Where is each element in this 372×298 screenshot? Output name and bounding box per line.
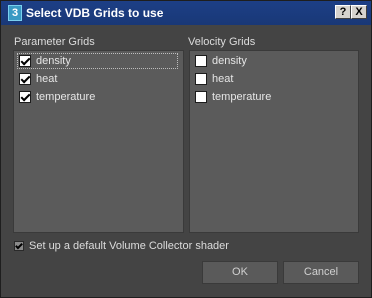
parameter-grids-label: Parameter Grids — [14, 36, 95, 48]
parameter-grid-item-temperature[interactable]: temperature — [17, 89, 178, 105]
parameter-grid-item-heat[interactable]: heat — [17, 71, 178, 87]
velocity-grid-heat-checkbox[interactable] — [195, 73, 207, 85]
parameter-grid-item-density[interactable]: density — [17, 53, 178, 69]
velocity-grid-item-temperature[interactable]: temperature — [193, 89, 353, 105]
velocity-grid-heat-label: heat — [212, 73, 234, 85]
select-vdb-grids-dialog: 3 Select VDB Grids to use ? X Parameter … — [0, 0, 372, 298]
parameter-grid-heat-checkbox[interactable] — [19, 73, 31, 85]
velocity-grid-temperature-checkbox[interactable] — [195, 91, 207, 103]
app-icon: 3 — [8, 5, 22, 21]
parameter-grids-list[interactable]: density heat temperature — [13, 50, 184, 233]
velocity-grids-list[interactable]: density heat temperature — [189, 50, 359, 233]
parameter-grid-density-label: density — [36, 55, 71, 67]
parameter-grid-temperature-label: temperature — [36, 91, 96, 103]
ok-button[interactable]: OK — [202, 261, 278, 284]
window-title: Select VDB Grids to use — [26, 6, 164, 20]
parameter-grid-heat-label: heat — [36, 73, 58, 85]
velocity-grid-item-density[interactable]: density — [193, 53, 353, 69]
volume-collector-label[interactable]: Set up a default Volume Collector shader — [29, 240, 229, 253]
velocity-grids-label: Velocity Grids — [188, 36, 256, 48]
close-button[interactable]: X — [351, 5, 367, 19]
velocity-grid-density-checkbox[interactable] — [195, 55, 207, 67]
velocity-grid-item-heat[interactable]: heat — [193, 71, 353, 87]
cancel-button[interactable]: Cancel — [283, 261, 359, 284]
velocity-grid-density-label: density — [212, 55, 247, 67]
help-button[interactable]: ? — [335, 5, 351, 19]
parameter-grid-density-checkbox[interactable] — [19, 55, 31, 67]
parameter-grid-temperature-checkbox[interactable] — [19, 91, 31, 103]
velocity-grid-temperature-label: temperature — [212, 91, 272, 103]
title-bar[interactable]: 3 Select VDB Grids to use ? X — [1, 1, 371, 25]
volume-collector-checkbox[interactable] — [14, 241, 24, 251]
